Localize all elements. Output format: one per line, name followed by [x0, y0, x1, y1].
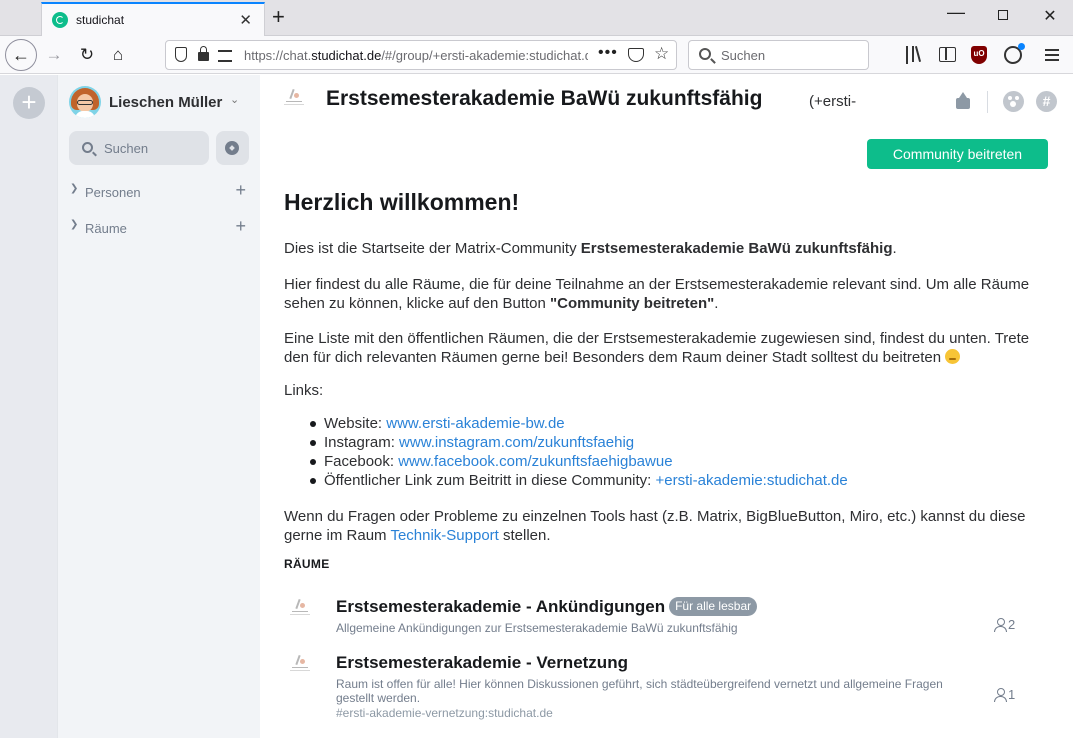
- create-space-button[interactable]: +: [13, 87, 45, 119]
- list-item: Instagram: www.instagram.com/zukunftsfae…: [306, 433, 848, 452]
- section-raeume[interactable]: ❯ Räume +: [69, 216, 251, 239]
- search-icon: [82, 142, 93, 153]
- forward-arrow-icon[interactable]: →: [43, 44, 65, 66]
- window-minimize-icon[interactable]: —: [946, 2, 966, 23]
- room-topic: Raum ist offen für alle! Hier können Dis…: [336, 677, 943, 705]
- facebook-link[interactable]: www.facebook.com/zukunftsfaehigbawue: [398, 453, 672, 470]
- room-topic: Allgemeine Ankündigungen zur Erstsemeste…: [336, 621, 738, 635]
- community-logo: [282, 87, 308, 109]
- room-list-item[interactable]: Erstsemesterakademie - Vernetzung Raum i…: [284, 649, 1054, 720]
- lock-icon[interactable]: [198, 46, 209, 61]
- tab-close-icon[interactable]: ✕: [239, 11, 252, 29]
- community-members-icon[interactable]: [1003, 91, 1024, 112]
- room-member-count: 1: [994, 687, 1015, 702]
- intro-paragraph: Dies ist die Startseite der Matrix-Commu…: [284, 240, 897, 257]
- pocket-icon[interactable]: [628, 48, 644, 62]
- community-home-view: Erstsemesterakademie BaWü zukunftsfähig …: [260, 75, 1073, 738]
- public-rooms-paragraph: Eine Liste mit den öffentlichen Räumen, …: [284, 330, 1030, 366]
- instagram-link[interactable]: www.instagram.com/zukunftsfaehig: [399, 434, 634, 451]
- person-icon: [994, 688, 1007, 702]
- new-tab-icon[interactable]: +: [272, 5, 285, 29]
- add-room-plus-icon[interactable]: +: [235, 216, 246, 237]
- room-list-panel: Lieschen Müller ⌄ Suchen ❯ Personen + ❯ …: [58, 75, 260, 738]
- room-name[interactable]: Erstsemesterakademie - Vernetzung: [336, 653, 628, 673]
- search-icon: [699, 48, 711, 60]
- public-readable-badge: Für alle lesbar: [669, 597, 758, 616]
- links-title: Links:: [284, 382, 324, 399]
- list-item: Öffentlicher Link zum Beitritt in diese …: [306, 471, 848, 490]
- permissions-icon[interactable]: [218, 50, 232, 62]
- browser-tabbar: studichat ✕ + — ✕: [0, 0, 1073, 36]
- sidebar-toggle-icon[interactable]: [939, 47, 956, 62]
- back-arrow-icon[interactable]: ←: [5, 39, 37, 71]
- community-rooms-hash-icon[interactable]: #: [1036, 91, 1057, 112]
- rooms-info-paragraph: Hier findest du alle Räume, die für dein…: [284, 276, 1030, 312]
- browser-navbar: ← → ↻ ⌂ https://chat.studichat.de/#/grou…: [0, 36, 1073, 74]
- smiley-emoji-icon: [945, 349, 961, 364]
- page-actions-more-icon[interactable]: •••: [598, 44, 618, 62]
- website-link[interactable]: www.ersti-akademie-bw.de: [386, 415, 564, 432]
- chevron-right-icon[interactable]: ❯: [70, 219, 78, 230]
- tracking-shield-icon[interactable]: [175, 47, 187, 62]
- home-icon[interactable]: ⌂: [107, 44, 129, 66]
- studichat-favicon-icon: [52, 12, 68, 28]
- url-bar[interactable]: https://chat.studichat.de/#/group/+ersti…: [165, 40, 677, 70]
- user-menu-name[interactable]: Lieschen Müller: [109, 94, 222, 111]
- reload-icon[interactable]: ↻: [76, 44, 98, 66]
- support-paragraph: Wenn du Fragen oder Probleme zu einzelne…: [284, 508, 1026, 544]
- community-join-link[interactable]: +ersti-akademie:studichat.de: [656, 472, 848, 489]
- room-search-input[interactable]: Suchen: [69, 131, 209, 165]
- browser-search-placeholder: Suchen: [721, 48, 766, 63]
- section-label: Personen: [85, 185, 141, 200]
- add-person-plus-icon[interactable]: +: [235, 180, 246, 201]
- explore-rooms-compass-icon[interactable]: [216, 131, 249, 165]
- room-avatar: [288, 653, 314, 675]
- url-text[interactable]: https://chat.studichat.de/#/group/+ersti…: [244, 48, 588, 63]
- person-icon: [994, 618, 1007, 632]
- window-close-icon[interactable]: ✕: [1040, 6, 1060, 26]
- element-app: + Lieschen Müller ⌄ Suchen ❯ Personen + …: [0, 75, 1073, 738]
- room-name[interactable]: Erstsemesterakademie - Ankündigungen Für …: [336, 597, 758, 617]
- ublock-origin-icon[interactable]: uO: [971, 46, 987, 64]
- list-item: Facebook: www.facebook.com/zukunftsfaehi…: [306, 452, 848, 471]
- links-list: Website: www.ersti-akademie-bw.de Instag…: [306, 414, 848, 490]
- window-maximize-icon[interactable]: [993, 6, 1013, 23]
- community-title: Erstsemesterakademie BaWü zukunftsfähig: [326, 87, 763, 110]
- community-alias: (+ersti-: [809, 93, 857, 110]
- community-description: Herzlich willkommen! Dies ist die Starts…: [284, 189, 1054, 545]
- browser-search-input[interactable]: Suchen: [688, 40, 869, 70]
- chevron-right-icon[interactable]: ❯: [70, 183, 78, 194]
- browser-tab[interactable]: studichat ✕: [41, 2, 265, 36]
- library-icon[interactable]: [906, 46, 924, 64]
- section-personen[interactable]: ❯ Personen +: [69, 180, 251, 203]
- chevron-down-icon[interactable]: ⌄: [230, 93, 239, 106]
- bookmark-star-icon[interactable]: ☆: [654, 44, 669, 64]
- room-list-item[interactable]: Erstsemesterakademie - Ankündigungen Für …: [284, 593, 1054, 643]
- room-search-label: Suchen: [104, 141, 149, 156]
- list-item: Website: www.ersti-akademie-bw.de: [306, 414, 848, 433]
- space-panel: +: [0, 75, 58, 738]
- room-alias: #ersti-akademie-vernetzung:studichat.de: [336, 706, 553, 720]
- join-community-button[interactable]: Community beitreten: [867, 139, 1048, 169]
- tab-title: studichat: [76, 13, 125, 27]
- share-community-icon[interactable]: [954, 91, 974, 111]
- header-divider: [987, 91, 988, 113]
- section-label: Räume: [85, 221, 127, 236]
- user-avatar[interactable]: [69, 86, 101, 118]
- room-member-count: 2: [994, 617, 1015, 632]
- rooms-heading: RÄUME: [284, 557, 330, 571]
- hamburger-menu-icon[interactable]: [1045, 49, 1059, 61]
- firefox-account-icon[interactable]: [1004, 43, 1025, 64]
- welcome-heading: Herzlich willkommen!: [284, 189, 520, 215]
- technik-support-link[interactable]: Technik-Support: [390, 527, 498, 544]
- room-avatar: [288, 597, 314, 619]
